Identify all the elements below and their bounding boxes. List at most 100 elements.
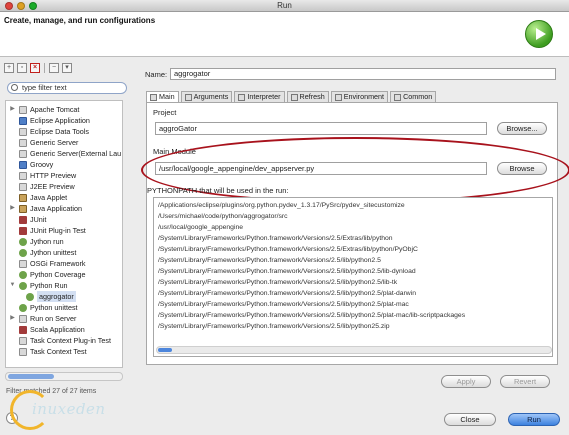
tab-refresh[interactable]: Refresh [286, 91, 329, 102]
list-item: /System/Library/Frameworks/Python.framew… [158, 301, 409, 308]
main-module-label: Main Module [153, 147, 196, 156]
run-button[interactable]: Run [508, 413, 560, 426]
server-icon [19, 138, 27, 147]
tree-item-eclipse-application[interactable]: Eclipse Application [9, 115, 90, 126]
config-tree: ▶ Apache Tomcat Eclipse Application Eclip… [5, 100, 123, 368]
collapse-arrow-icon[interactable]: ▼ [9, 280, 16, 291]
python-icon [19, 281, 27, 290]
list-item: /System/Library/Frameworks/Python.framew… [158, 235, 393, 242]
tree-item-generic-server-external[interactable]: Generic Server(External Lau [9, 148, 121, 159]
tree-item-task-context-plugin-test[interactable]: Task Context Plug-in Test [9, 335, 111, 346]
name-field[interactable]: aggrogator [170, 68, 556, 80]
toolbar-divider [44, 63, 45, 73]
project-browse-button[interactable]: Browse... [497, 122, 547, 135]
tree-item-junit-plugin-test[interactable]: JUnit Plug-in Test [9, 225, 86, 236]
tree-item-label: Java Applet [30, 193, 68, 202]
tab-common[interactable]: Common [390, 91, 437, 102]
applet-icon [19, 193, 27, 202]
eclipse-icon [19, 116, 27, 125]
j2ee-icon [19, 182, 27, 191]
window-controls [5, 2, 37, 10]
expand-arrow-icon[interactable]: ▶ [9, 313, 16, 324]
tree-item-run-on-server[interactable]: ▶ Run on Server [9, 313, 76, 324]
python-icon [19, 237, 27, 246]
interpreter-icon [238, 93, 246, 101]
tree-item-label: Groovy [30, 160, 54, 169]
tab-label: Common [403, 92, 433, 101]
close-window-button[interactable] [5, 2, 13, 10]
tree-item-http-preview[interactable]: HTTP Preview [9, 170, 76, 181]
tree-item-j2ee-preview[interactable]: J2EE Preview [9, 181, 75, 192]
run-icon [525, 20, 553, 48]
tree-item-label: Eclipse Application [30, 116, 90, 125]
scrollbar-thumb[interactable] [158, 348, 172, 352]
http-icon [19, 171, 27, 180]
tab-arguments[interactable]: Arguments [180, 91, 233, 102]
tree-item-label: Python Run [30, 281, 68, 290]
osgi-icon [19, 259, 27, 268]
zoom-window-button[interactable] [29, 2, 37, 10]
tree-item-label: Jython run [30, 237, 64, 246]
tree-item-java-application[interactable]: ▶ Java Application [9, 203, 82, 214]
new-config-icon[interactable]: + [4, 63, 14, 73]
tree-item-java-applet[interactable]: Java Applet [9, 192, 67, 203]
main-module-browse-button[interactable]: Browse [497, 162, 547, 175]
project-label: Project [153, 108, 177, 117]
tree-item-generic-server[interactable]: Generic Server [9, 137, 78, 148]
filter-icon[interactable]: ▾ [62, 63, 72, 73]
tree-item-groovy[interactable]: Groovy [9, 159, 53, 170]
tree-item-jython-unittest[interactable]: Jython unittest [9, 247, 76, 258]
banner-title: Create, manage, and run configurations [4, 16, 156, 25]
main-module-field[interactable]: /usr/local/google_appengine/dev_appserve… [155, 162, 487, 175]
tree-item-task-context-test[interactable]: Task Context Test [9, 346, 87, 357]
junit-icon [19, 226, 27, 235]
tree-item-junit[interactable]: JUnit [9, 214, 46, 225]
server-icon [19, 314, 27, 323]
tree-item-eclipse-data-tools[interactable]: Eclipse Data Tools [9, 126, 89, 137]
close-button[interactable]: Close [444, 413, 496, 426]
watermark-text: inuxeden [32, 400, 106, 418]
tree-item-python-run[interactable]: ▼ Python Run [9, 280, 68, 291]
tree-item-label: Task Context Plug-in Test [30, 336, 111, 345]
minimize-window-button[interactable] [17, 2, 25, 10]
tab-interpreter[interactable]: Interpreter [234, 91, 285, 102]
tab-environment[interactable]: Environment [330, 91, 389, 102]
collapse-all-icon[interactable]: − [49, 63, 59, 73]
delete-icon[interactable]: × [30, 63, 40, 73]
expand-arrow-icon[interactable]: ▶ [9, 203, 16, 214]
duplicate-icon[interactable]: ▫ [17, 63, 27, 73]
scrollbar-thumb[interactable] [8, 374, 54, 379]
tree-horizontal-scrollbar[interactable] [5, 372, 123, 381]
list-item: /Users/michael/code/python/aggrogator/sr… [158, 213, 288, 220]
apply-button[interactable]: Apply [441, 375, 491, 388]
tree-item-label: JUnit [30, 215, 47, 224]
java-icon [19, 204, 27, 213]
pythonpath-list: /Applications/eclipse/plugins/org.python… [153, 197, 553, 357]
tree-item-aggrogator[interactable]: aggrogator [26, 291, 76, 302]
list-item: /usr/local/google_appengine [158, 224, 244, 231]
tab-main[interactable]: Main [146, 91, 179, 102]
tree-item-label: Run on Server [30, 314, 77, 323]
expand-arrow-icon[interactable]: ▶ [9, 104, 16, 115]
server-icon [19, 149, 27, 158]
tree-item-label: Generic Server(External Lau [30, 149, 122, 158]
watermark-logo: inuxeden [10, 390, 140, 430]
tree-item-scala-application[interactable]: Scala Application [9, 324, 85, 335]
tree-item-apache-tomcat[interactable]: ▶ Apache Tomcat [9, 104, 79, 115]
pythonpath-horizontal-scrollbar[interactable] [156, 346, 552, 354]
tree-item-osgi-framework[interactable]: OSGi Framework [9, 258, 86, 269]
name-label: Name: [145, 70, 168, 79]
filter-input[interactable]: type filter text [7, 82, 127, 94]
dialog-banner: Create, manage, and run configurations [0, 12, 569, 57]
tree-item-label: Python Coverage [30, 270, 86, 279]
common-icon [394, 93, 402, 101]
refresh-icon [290, 93, 298, 101]
revert-button[interactable]: Revert [500, 375, 550, 388]
tree-item-jython-run[interactable]: Jython run [9, 236, 64, 247]
tree-item-python-unittest[interactable]: Python unittest [9, 302, 78, 313]
project-field[interactable]: aggroGator [155, 122, 487, 135]
python-icon [19, 303, 27, 312]
tree-item-python-coverage[interactable]: Python Coverage [9, 269, 86, 280]
filter-text: type filter text [22, 83, 67, 92]
tree-item-label: JUnit Plug-in Test [30, 226, 86, 235]
